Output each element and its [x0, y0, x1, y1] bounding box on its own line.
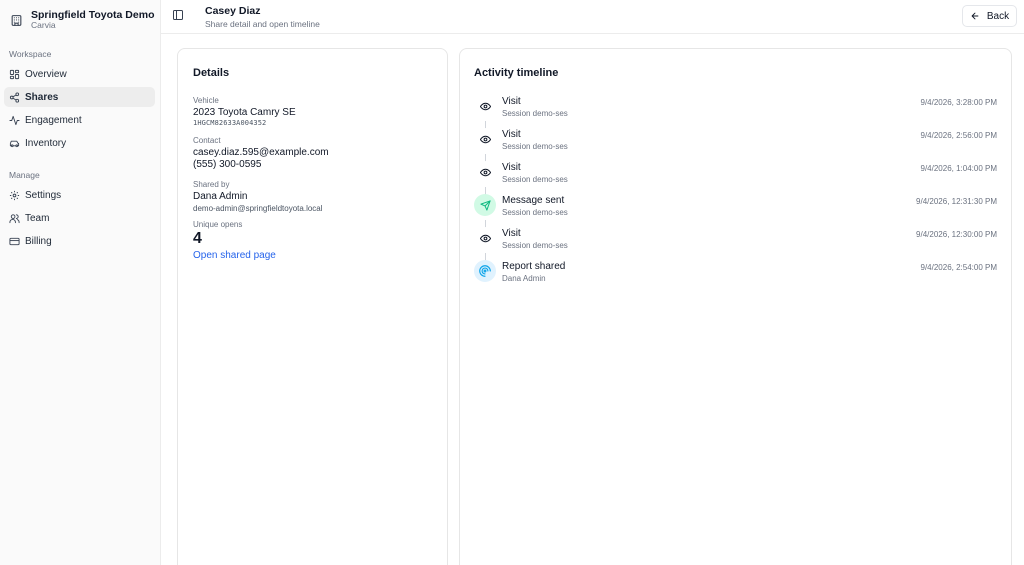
building-icon: [10, 12, 23, 28]
vehicle-value: 2023 Toyota Camry SE: [193, 107, 296, 118]
timeline-title: Activity timeline: [474, 67, 559, 79]
sidebar-item-label: Billing: [25, 235, 52, 247]
unique-opens-label: Unique opens: [193, 220, 243, 229]
details-card: Details Vehicle 2023 Toyota Camry SE 1HG…: [177, 48, 448, 565]
contact-phone: (555) 300-0595: [193, 159, 262, 170]
page-title: Casey Diaz: [205, 5, 261, 17]
sidebar-item-label: Overview: [25, 68, 67, 80]
timeline-item-time: 9/4/2026, 2:56:00 PM: [920, 131, 998, 140]
credit-card-icon: [9, 236, 20, 247]
shared-by-email: demo-admin@springfieldtoyota.local: [193, 204, 323, 213]
arrow-left-icon: [970, 11, 987, 21]
eye-icon: [474, 161, 496, 183]
details-title: Details: [193, 67, 230, 79]
eye-icon: [474, 95, 496, 117]
timeline-item-title: Message sent: [502, 195, 565, 206]
timeline-item-time: 9/4/2026, 12:30:00 PM: [916, 230, 997, 239]
timeline-item: Message sent Session demo-ses 9/4/2026, …: [474, 194, 997, 224]
panel-left-icon: [172, 9, 184, 24]
sidebar-item-label: Shares: [25, 91, 59, 103]
back-button[interactable]: Back: [962, 5, 1017, 27]
shared-by-field: Shared by Dana Admin demo-admin@springfi…: [193, 180, 323, 213]
timeline-item-title: Visit: [502, 228, 521, 239]
sidebar-item-label: Team: [25, 212, 50, 224]
unique-opens-field: Unique opens 4 Open shared page: [193, 220, 276, 261]
timeline-item: Visit Session demo-ses 9/4/2026, 3:28:00…: [474, 95, 997, 125]
page-header: Casey Diaz Share detail and open timelin…: [161, 0, 1024, 34]
contact-field: Contact casey.diaz.595@example.com (555)…: [193, 136, 329, 170]
grid-icon: [9, 69, 20, 80]
shared-by-label: Shared by: [193, 180, 230, 189]
report-icon: [474, 260, 496, 282]
users-icon: [9, 213, 20, 224]
sidebar-item-team[interactable]: Team: [4, 208, 155, 228]
timeline-item: Visit Session demo-ses 9/4/2026, 12:30:0…: [474, 227, 997, 257]
vin-value: 1HGCM82633A004352: [193, 119, 267, 127]
timeline-item-subtitle: Session demo-ses: [502, 142, 568, 151]
gear-icon: [9, 190, 20, 201]
car-icon: [9, 138, 20, 149]
sidebar-item-label: Inventory: [25, 137, 67, 149]
timeline-item-title: Visit: [502, 129, 521, 140]
send-icon: [474, 194, 496, 216]
manage-section-label: Manage: [9, 170, 40, 180]
contact-label: Contact: [193, 136, 221, 145]
timeline-item: Visit Session demo-ses 9/4/2026, 2:56:00…: [474, 128, 997, 158]
brand-subtitle: Carvia: [31, 20, 56, 31]
sidebar-item-engagement[interactable]: Engagement: [4, 110, 155, 130]
activity-timeline-card: Activity timeline Visit Session demo-ses…: [459, 48, 1012, 565]
share-icon: [9, 91, 20, 103]
timeline-item-title: Report shared: [502, 261, 566, 272]
sidebar-item-billing[interactable]: Billing: [4, 231, 155, 251]
unique-opens-value: 4: [193, 230, 202, 247]
timeline-item-time: 9/4/2026, 1:04:00 PM: [920, 164, 998, 173]
workspace-section-label: Workspace: [9, 49, 52, 59]
timeline-item-subtitle: Session demo-ses: [502, 208, 568, 217]
shared-by-name: Dana Admin: [193, 191, 248, 202]
brand[interactable]: Springfield Toyota Demo Carvia: [0, 0, 160, 34]
vehicle-field: Vehicle 2023 Toyota Camry SE 1HGCM82633A…: [193, 96, 296, 127]
eye-icon: [474, 128, 496, 150]
open-shared-page-link[interactable]: Open shared page: [193, 250, 276, 261]
page-subtitle: Share detail and open timeline: [205, 18, 320, 29]
contact-email: casey.diaz.595@example.com: [193, 147, 329, 158]
timeline-item-subtitle: Dana Admin: [502, 274, 546, 283]
sidebar-item-shares[interactable]: Shares: [4, 87, 155, 107]
sidebar-item-inventory[interactable]: Inventory: [4, 133, 155, 153]
timeline-item-subtitle: Session demo-ses: [502, 241, 568, 250]
sidebar: Springfield Toyota Demo Carvia Workspace…: [0, 0, 161, 565]
vehicle-label: Vehicle: [193, 96, 219, 105]
timeline-item-title: Visit: [502, 96, 521, 107]
sidebar-item-overview[interactable]: Overview: [4, 64, 155, 84]
timeline-item-subtitle: Session demo-ses: [502, 175, 568, 184]
timeline-item-subtitle: Session demo-ses: [502, 109, 568, 118]
timeline-item: Visit Session demo-ses 9/4/2026, 1:04:00…: [474, 161, 997, 191]
timeline-item-time: 9/4/2026, 12:31:30 PM: [916, 197, 997, 206]
sidebar-toggle-button[interactable]: [171, 9, 185, 23]
timeline-item-time: 9/4/2026, 3:28:00 PM: [920, 98, 998, 107]
timeline-item-time: 9/4/2026, 2:54:00 PM: [920, 263, 998, 272]
sidebar-item-label: Engagement: [25, 114, 82, 126]
sidebar-item-settings[interactable]: Settings: [4, 185, 155, 205]
timeline-item: Report shared Dana Admin 9/4/2026, 2:54:…: [474, 260, 997, 290]
sidebar-item-label: Settings: [25, 189, 62, 201]
timeline-item-title: Visit: [502, 162, 521, 173]
activity-icon: [9, 115, 20, 126]
eye-icon: [474, 227, 496, 249]
back-button-label: Back: [986, 10, 1010, 22]
